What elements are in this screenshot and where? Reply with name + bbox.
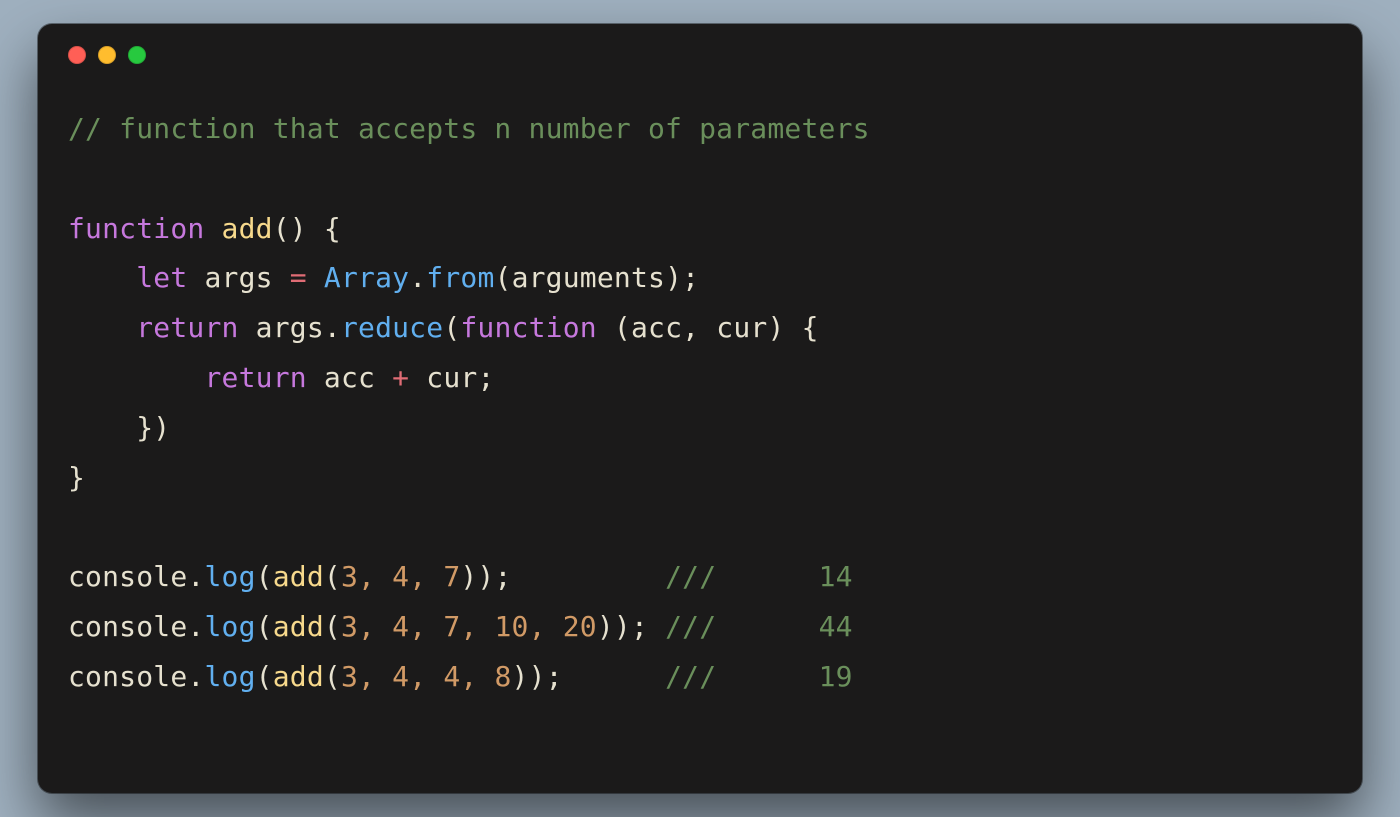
code-token — [563, 660, 665, 693]
code-token: ( — [324, 560, 341, 593]
code-token: . — [187, 560, 204, 593]
code-token — [307, 361, 324, 394]
code-token — [68, 261, 136, 294]
code-token: . — [187, 610, 204, 643]
code-token: . — [324, 311, 341, 344]
code-token: return — [204, 361, 306, 394]
code-token: . — [409, 261, 426, 294]
code-token: ( — [597, 311, 631, 344]
code-comment: // function that accepts n number of par… — [68, 112, 870, 145]
code-token: acc — [631, 311, 682, 344]
code-token: = — [273, 261, 324, 294]
code-token: console — [68, 610, 187, 643]
code-token: 14 — [819, 560, 853, 593]
code-token: add — [273, 560, 324, 593]
code-token — [187, 261, 204, 294]
code-token: /// — [665, 660, 819, 693]
code-token: from — [426, 261, 494, 294]
code-token: ( — [324, 610, 341, 643]
code-token: )); — [597, 610, 648, 643]
code-token: ; — [477, 361, 494, 394]
code-token: add — [273, 610, 324, 643]
code-token: add — [273, 660, 324, 693]
traffic-lights — [68, 46, 1332, 64]
code-token: cur — [426, 361, 477, 394]
code-token: 3, 4, 4, 8 — [341, 660, 512, 693]
code-token: args — [204, 261, 272, 294]
code-token: console — [68, 560, 187, 593]
code-token: return — [136, 311, 238, 344]
code-token — [648, 610, 665, 643]
code-token: Array — [324, 261, 409, 294]
code-token: ( — [324, 660, 341, 693]
code-token: , — [682, 311, 716, 344]
code-token: 44 — [819, 610, 853, 643]
code-token — [68, 311, 136, 344]
code-token: 19 — [819, 660, 853, 693]
code-token: acc — [324, 361, 375, 394]
code-token: let — [136, 261, 187, 294]
code-token: + — [375, 361, 426, 394]
code-token: /// — [665, 560, 819, 593]
code-token: ( — [256, 560, 273, 593]
code-token: )); — [460, 560, 511, 593]
maximize-icon[interactable] — [128, 46, 146, 64]
code-token: console — [68, 660, 187, 693]
code-block: // function that accepts n number of par… — [68, 104, 1332, 702]
code-token: arguments — [512, 261, 666, 294]
code-token: ( — [256, 610, 273, 643]
close-icon[interactable] — [68, 46, 86, 64]
code-token: /// — [665, 610, 819, 643]
code-token: log — [204, 660, 255, 693]
code-token: 3, 4, 7 — [341, 560, 460, 593]
code-token: } — [68, 461, 85, 494]
code-token — [512, 560, 666, 593]
code-token: }) — [68, 411, 170, 444]
code-token: log — [204, 610, 255, 643]
code-token: cur — [716, 311, 767, 344]
code-token: function — [460, 311, 596, 344]
code-token: ( — [443, 311, 460, 344]
code-token: ( — [495, 261, 512, 294]
code-token: args — [256, 311, 324, 344]
code-token: function — [68, 212, 204, 245]
minimize-icon[interactable] — [98, 46, 116, 64]
code-token: () { — [273, 212, 341, 245]
code-token: log — [204, 560, 255, 593]
code-token: reduce — [341, 311, 443, 344]
code-token: add — [222, 212, 273, 245]
code-token: ) { — [767, 311, 818, 344]
code-token: ); — [665, 261, 699, 294]
code-token — [68, 361, 204, 394]
code-token: )); — [512, 660, 563, 693]
code-token — [239, 311, 256, 344]
code-token: . — [187, 660, 204, 693]
code-token: ( — [256, 660, 273, 693]
code-window: // function that accepts n number of par… — [38, 24, 1362, 793]
code-token — [204, 212, 221, 245]
code-token: 3, 4, 7, 10, 20 — [341, 610, 597, 643]
